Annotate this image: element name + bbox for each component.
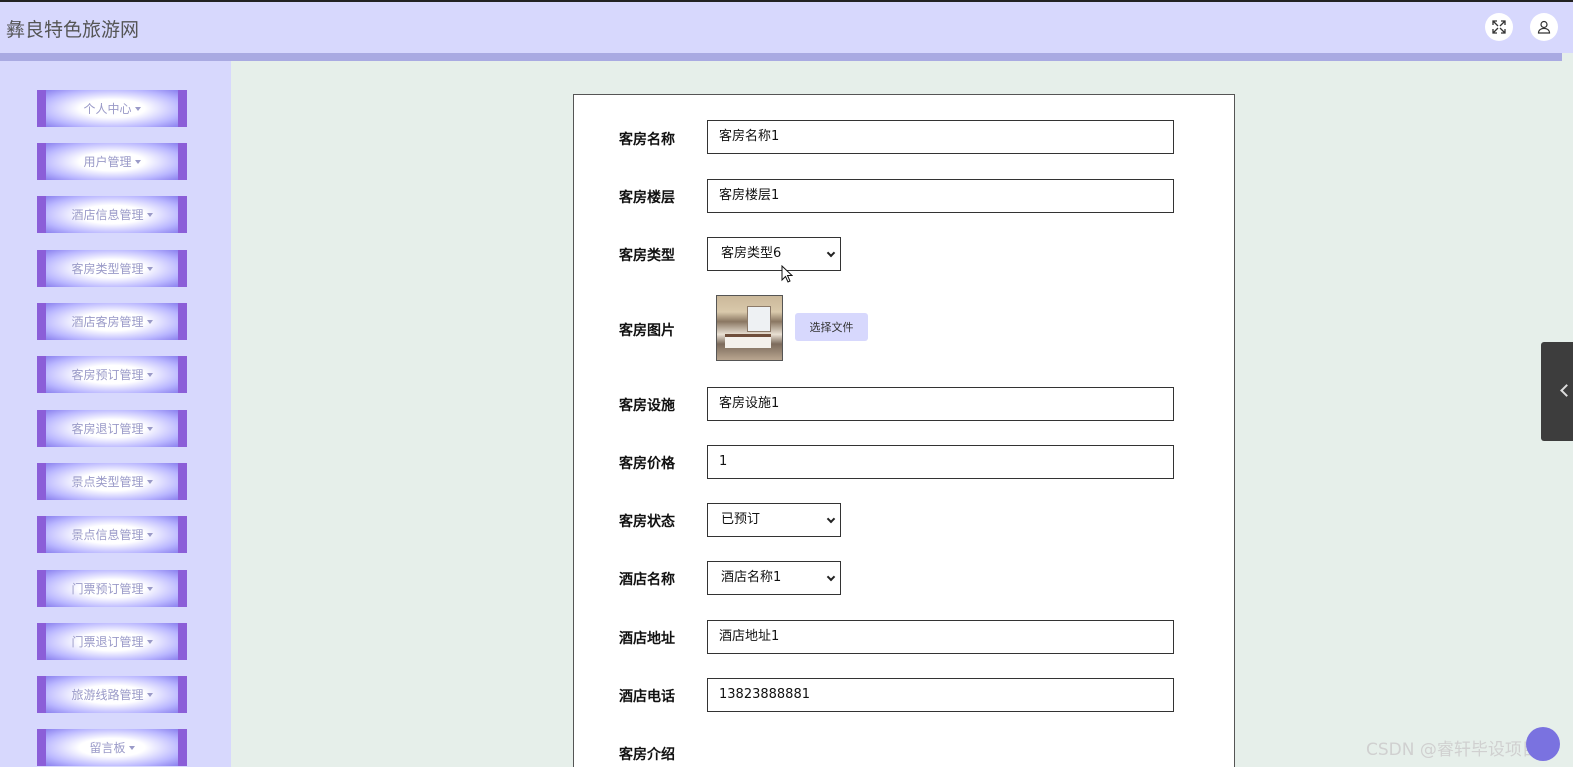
sidebar-item-label: 客房类型管理 [71, 262, 144, 276]
caret-down-icon [146, 479, 153, 484]
top-bar-stripe [0, 53, 1562, 61]
caret-down-icon [146, 266, 153, 271]
room-status-label: 客房状态 [619, 514, 675, 530]
caret-down-icon [128, 745, 135, 750]
top-bar: 彝良特色旅游网 [0, 0, 1573, 61]
expand-icon [1492, 20, 1506, 34]
hotel-address-label: 酒店地址 [619, 631, 675, 647]
hotel-name-label: 酒店名称 [619, 572, 675, 588]
sidebar-item-travel-route[interactable]: 旅游线路管理 [37, 676, 187, 713]
sidebar-item-label: 景点信息管理 [71, 528, 144, 542]
sidebar-item-personal-center[interactable]: 个人中心 [37, 90, 187, 127]
room-price-input[interactable]: 1 [707, 445, 1174, 479]
caret-down-icon [146, 692, 153, 697]
caret-down-icon [146, 212, 153, 217]
room-name-label: 客房名称 [619, 132, 675, 148]
sidebar-item-label: 酒店信息管理 [71, 208, 144, 222]
room-intro-label: 客房介绍 [619, 747, 675, 763]
fullscreen-button[interactable] [1485, 13, 1513, 41]
sidebar-item-message-board[interactable]: 留言板 [37, 729, 187, 766]
caret-down-icon [134, 159, 141, 164]
sidebar-item-label: 旅游线路管理 [71, 688, 144, 702]
room-price-label: 客房价格 [619, 456, 675, 472]
caret-down-icon [146, 319, 153, 324]
sidebar-item-hotel-room[interactable]: 酒店客房管理 [37, 303, 187, 340]
room-type-value: 客房类型6 [721, 246, 782, 261]
room-photo-window [747, 306, 771, 332]
sidebar-item-ticket-booking[interactable]: 门票预订管理 [37, 570, 187, 607]
sidebar-item-label: 客房退订管理 [71, 422, 144, 436]
sidebar-item-label: 酒店客房管理 [71, 315, 144, 329]
sidebar-item-label: 门票退订管理 [71, 635, 144, 649]
room-facility-input[interactable]: 客房设施1 [707, 387, 1174, 421]
hotel-phone-input[interactable]: 13823888881 [707, 678, 1174, 712]
room-status-value: 已预订 [721, 512, 761, 527]
user-button[interactable] [1530, 13, 1558, 41]
hotel-phone-label: 酒店电话 [619, 689, 675, 705]
app-title: 彝良特色旅游网 [6, 19, 140, 41]
caret-down-icon [146, 372, 153, 377]
sidebar-item-room-booking[interactable]: 客房预订管理 [37, 356, 187, 393]
floating-action-button[interactable] [1526, 727, 1560, 761]
room-edit-form: 客房名称 客房名称1 客房楼层 客房楼层1 客房类型 客房类型6 客房图片 选择… [573, 94, 1235, 767]
sidebar-item-user-management[interactable]: 用户管理 [37, 143, 187, 180]
sidebar-item-hotel-info[interactable]: 酒店信息管理 [37, 196, 187, 233]
caret-down-icon [146, 639, 153, 644]
sidebar-item-label: 门票预订管理 [71, 582, 144, 596]
sidebar-item-spot-info[interactable]: 景点信息管理 [37, 516, 187, 553]
room-facility-label: 客房设施 [619, 398, 675, 414]
caret-down-icon [146, 532, 153, 537]
chevron-down-icon [826, 248, 836, 258]
hotel-address-input[interactable]: 酒店地址1 [707, 620, 1174, 654]
sidebar-item-label: 个人中心 [83, 102, 132, 116]
hotel-name-value: 酒店名称1 [721, 570, 782, 585]
caret-down-icon [146, 426, 153, 431]
sidebar-item-label: 客房预订管理 [71, 368, 144, 382]
side-panel-toggle[interactable] [1541, 342, 1573, 441]
room-floor-label: 客房楼层 [619, 190, 675, 206]
room-image-preview [716, 295, 783, 361]
room-type-select[interactable]: 客房类型6 [707, 237, 841, 271]
sidebar-item-ticket-cancel[interactable]: 门票退订管理 [37, 623, 187, 660]
sidebar: 个人中心 用户管理 酒店信息管理 客房类型管理 酒店客房管理 客房预订管理 客房… [0, 61, 231, 767]
caret-down-icon [146, 586, 153, 591]
room-photo-bed [725, 334, 771, 348]
sidebar-item-label: 用户管理 [83, 155, 132, 169]
sidebar-item-room-type[interactable]: 客房类型管理 [37, 250, 187, 287]
room-floor-input[interactable]: 客房楼层1 [707, 179, 1174, 213]
caret-down-icon [134, 106, 141, 111]
sidebar-item-label: 景点类型管理 [71, 475, 144, 489]
sidebar-item-spot-type[interactable]: 景点类型管理 [37, 463, 187, 500]
watermark: CSDN @睿轩毕设项目 [1366, 740, 1539, 760]
mouse-cursor-icon [781, 265, 793, 283]
chevron-down-icon [826, 572, 836, 582]
chevron-down-icon [826, 514, 836, 524]
sidebar-item-label: 留言板 [89, 741, 126, 755]
room-status-select[interactable]: 已预订 [707, 503, 841, 537]
room-name-input[interactable]: 客房名称1 [707, 120, 1174, 154]
sidebar-item-room-cancel[interactable]: 客房退订管理 [37, 410, 187, 447]
hotel-name-select[interactable]: 酒店名称1 [707, 561, 841, 595]
user-icon [1537, 20, 1551, 34]
room-image-label: 客房图片 [619, 323, 675, 339]
chevron-left-icon [1560, 384, 1573, 397]
choose-file-button[interactable]: 选择文件 [795, 313, 868, 341]
room-type-label: 客房类型 [619, 248, 675, 264]
